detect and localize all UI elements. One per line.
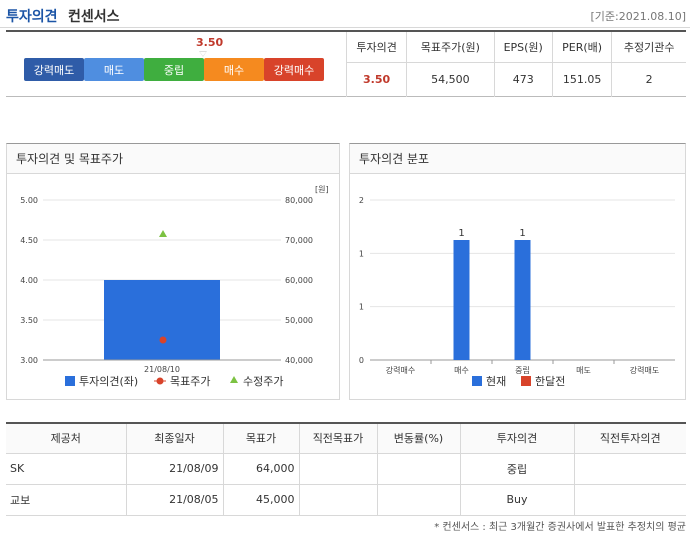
y-tick-label: 1 [359, 249, 364, 258]
column-header: 제공처 [6, 423, 126, 454]
column-header: 변동률(%) [376, 423, 460, 454]
y-left-tick-label: 4.50 [20, 236, 38, 245]
title-opinion: 투자의견 [6, 9, 58, 25]
summary-per: 151.05 [551, 62, 612, 97]
legend-swatch-month-ago [521, 376, 531, 386]
opinion-distribution-chart: 2 1 1 0 강력매수 매수 1 중립 1 매도 강력매도현재 한달전 [359, 196, 675, 388]
y-right-tick-label: 40,000 [285, 356, 313, 365]
cell-change [376, 484, 460, 516]
table-row: SK 21/08/09 64,000 중립 [6, 453, 686, 485]
column-header: 최종일자 [125, 423, 223, 454]
summary-header: 투자의견 [345, 32, 407, 63]
scale-strong-sell: 강력매도 [24, 58, 84, 81]
bar-current [453, 240, 470, 360]
summary-header: PER(배) [551, 32, 612, 63]
summary-target-price: 54,500 [406, 62, 494, 97]
y-right-unit: [원] [315, 185, 329, 194]
cell-provider: SK [6, 453, 126, 485]
column-header: 목표가 [222, 423, 299, 454]
opinion-scale: 강력매도 매도 중립 매수 강력매수 [24, 58, 324, 81]
y-tick-label: 1 [359, 303, 364, 312]
cell-change [376, 453, 460, 485]
page-header: 투자의견 컨센서스 [기준:2021.08.10] [0, 0, 690, 28]
x-tick-label: 매수 [454, 366, 469, 375]
y-left-tick-label: 5.00 [20, 196, 38, 205]
y-tick-label: 2 [359, 196, 364, 205]
column-header: 투자의견 [459, 423, 574, 454]
footnote: * 컨센서스 : 최근 3개월간 증권사에서 발표한 추정치의 평균 [434, 522, 686, 533]
broker-table: 제공처 최종일자 목표가 직전목표가 변동률(%) 투자의견 직전투자의견 SK… [6, 422, 686, 516]
summary-header: EPS(원) [493, 32, 553, 63]
scale-buy: 매수 [204, 58, 264, 81]
cell-prev-target [298, 453, 377, 485]
cell-opinion: Buy [459, 484, 574, 516]
title-consensus: 컨센서스 [68, 9, 120, 25]
y-right-tick-label: 80,000 [285, 196, 313, 205]
legend-swatch-opinion [65, 376, 75, 386]
y-left-tick-label: 3.50 [20, 316, 38, 325]
y-right-tick-label: 50,000 [285, 316, 313, 325]
cell-prev-target [298, 484, 377, 516]
summary-eps: 473 [493, 62, 553, 97]
legend-label-opinion: 투자의견(좌) [79, 375, 138, 388]
column-header: 직전목표가 [298, 423, 377, 454]
x-tick-label: 강력매수 [386, 365, 415, 375]
legend-swatch-adjusted [230, 376, 238, 383]
opinion-distribution-panel: 투자의견 분포 2 1 1 0 강력매수 매수 1 중립 1 매도 강력매도현재 한달전 [349, 143, 686, 400]
scale-neutral: 중립 [144, 58, 204, 81]
legend-label-current: 현재 [486, 375, 506, 388]
scale-strong-buy: 강력매수 [264, 58, 324, 81]
table-row: 교보 21/08/05 45,000 Buy [6, 484, 686, 516]
legend-swatch-current [472, 376, 482, 386]
y-tick-label: 0 [359, 356, 364, 365]
bar-value-label: 1 [458, 228, 464, 239]
column-header: 직전투자의견 [573, 423, 686, 454]
x-tick-label: 매도 [576, 366, 591, 375]
bar-current [514, 240, 531, 360]
cell-prev-opinion [573, 453, 686, 485]
cell-opinion: 중립 [459, 453, 574, 485]
cell-target: 45,000 [222, 484, 299, 516]
y-right-tick-label: 60,000 [285, 276, 313, 285]
legend-label-target: 목표주가 [170, 375, 210, 388]
legend-label-adjusted: 수정주가 [243, 375, 283, 388]
summary-table: 투자의견 목표주가(원) EPS(원) PER(배) 추정기관수 3.50 54… [345, 32, 686, 97]
opinion-target-price-chart: 5.00 80,000 4.50 70,000 4.00 60,000 3.50 50,000… [20, 185, 329, 388]
summary-header: 추정기관수 [611, 32, 686, 63]
bar-value-label: 1 [519, 228, 525, 239]
scale-sell: 매도 [84, 58, 144, 81]
cell-prev-opinion [573, 484, 686, 516]
x-tick-label: 강력매도 [630, 365, 659, 375]
legend-label-month-ago: 한달전 [535, 375, 565, 388]
x-tick-label: 중립 [515, 366, 530, 375]
cell-date: 21/08/09 [125, 453, 223, 485]
cell-date: 21/08/05 [125, 484, 223, 516]
panel-title: 투자의견 및 목표주가 [7, 144, 339, 174]
y-left-tick-label: 3.00 [20, 356, 38, 365]
y-left-tick-label: 4.00 [20, 276, 38, 285]
bar-opinion [104, 280, 220, 360]
cell-target: 64,000 [222, 453, 299, 485]
opinion-target-price-panel: 투자의견 및 목표주가 5.00 80,000 4.50 70,000 4.00 60,0… [6, 143, 340, 400]
x-tick-label: 21/08/10 [144, 365, 180, 374]
reference-date: [기준:2021.08.10] [590, 10, 686, 23]
summary-institutions: 2 [611, 62, 686, 97]
summary-header: 목표주가(원) [406, 32, 494, 63]
y-right-tick-label: 70,000 [285, 236, 313, 245]
adjusted-price-point [159, 230, 167, 237]
summary-opinion-value: 3.50 [345, 62, 407, 97]
panel-title: 투자의견 분포 [350, 144, 685, 174]
consensus-summary: 3.50 강력매도 매도 중립 매수 강력매수 투자의견 목표주가(원) EPS… [6, 30, 686, 97]
target-price-point [159, 336, 167, 344]
cell-provider: 교보 [6, 484, 126, 516]
opinion-score: 3.50 [196, 36, 224, 49]
score-pointer-icon [199, 51, 207, 57]
